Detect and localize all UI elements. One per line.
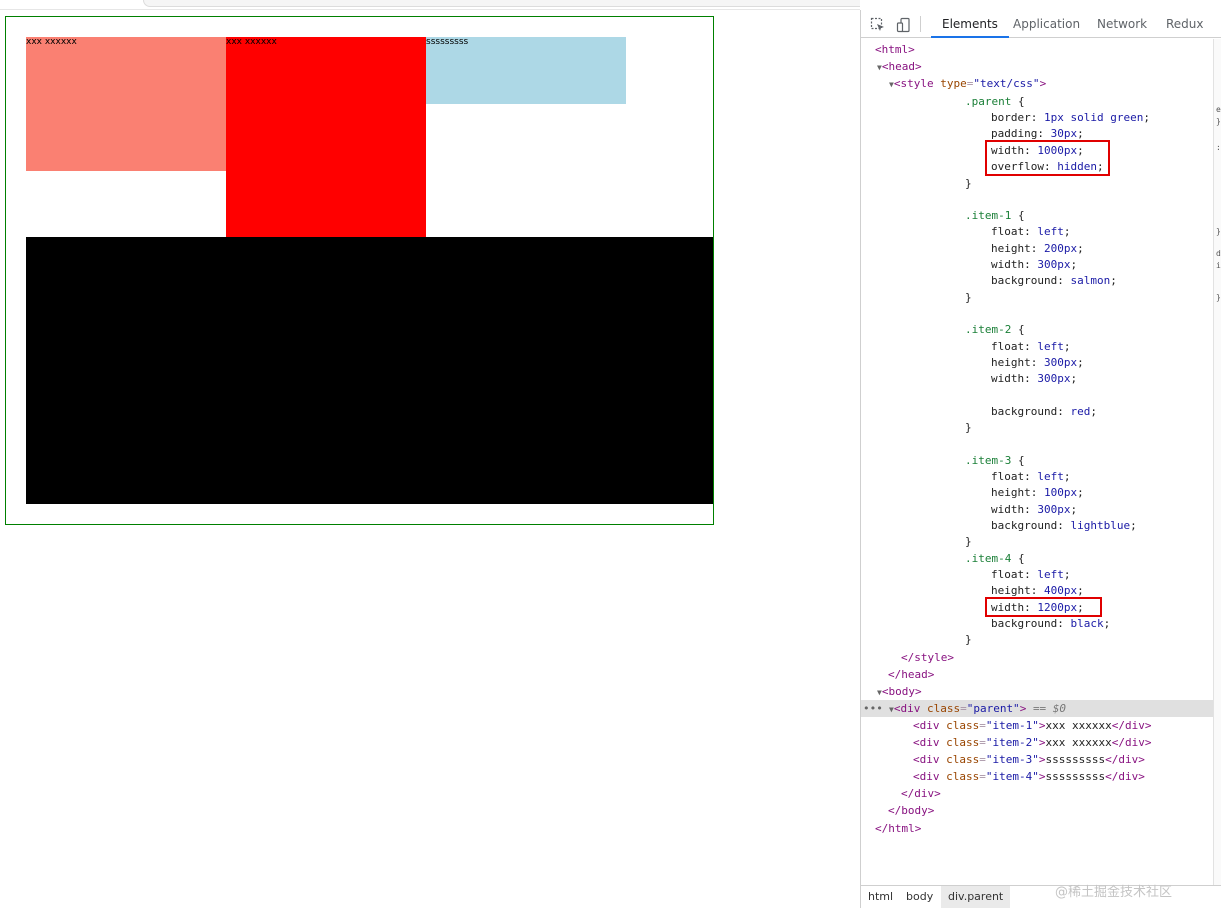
parent-container: xxx xxxxxx xxx xxxxxx sssssssss <box>5 16 714 525</box>
css-decl: background: red; <box>991 405 1097 418</box>
node-item-3[interactable]: <div class="item-3">sssssssss</div> <box>913 751 1213 768</box>
node-head-close[interactable]: </head> <box>888 666 1213 683</box>
devtools-panel: Elements Application Network Redux <html… <box>860 10 1221 908</box>
node-item-2[interactable]: <div class="item-2">xxx xxxxxx</div> <box>913 734 1213 751</box>
css-close: } <box>965 535 972 548</box>
item-4-box <box>26 237 713 504</box>
item-1-text: xxx xxxxxx <box>26 37 77 47</box>
node-body-open[interactable]: ▼<body> <box>877 683 1213 700</box>
tab-application[interactable]: Application <box>1002 10 1091 38</box>
item-1-box: xxx xxxxxx <box>26 37 226 171</box>
node-div-close[interactable]: </div> <box>901 785 1213 802</box>
css-decl: width: 300px; <box>991 258 1078 271</box>
breadcrumb-html[interactable]: html <box>861 886 900 908</box>
highlight-box-parent <box>985 140 1110 176</box>
tabbar-separator <box>920 16 921 32</box>
css-selector-item-2: .item-2 { <box>965 323 1025 336</box>
node-style-close[interactable]: </style> <box>901 649 1213 666</box>
css-decl: height: 200px; <box>991 242 1084 255</box>
devtools-tabbar: Elements Application Network Redux <box>861 10 1221 38</box>
css-decl: width: 300px; <box>991 372 1078 385</box>
node-item-1[interactable]: <div class="item-1">xxx xxxxxx</div> <box>913 717 1213 734</box>
tab-network[interactable]: Network <box>1086 10 1158 38</box>
css-close: } <box>965 421 972 434</box>
css-decl: height: 300px; <box>991 356 1084 369</box>
node-div-parent[interactable]: ••• ▼<div class="parent"> == $0 <box>861 700 1213 717</box>
node-html-open[interactable]: <html> <box>875 41 1213 58</box>
breadcrumb-body[interactable]: body <box>899 886 940 908</box>
css-decl: background: black; <box>991 617 1111 630</box>
css-decl: float: left; <box>991 568 1071 581</box>
more-options-icon[interactable]: ••• <box>863 700 883 717</box>
dom-tree: <html> ▼<head> ▼<style type="text/css"> … <box>861 39 1213 885</box>
item-3-text: sssssssss <box>426 37 469 47</box>
page-viewport: xxx xxxxxx xxx xxxxxx sssssssss <box>0 10 860 908</box>
css-selector-item-4: .item-4 { <box>965 552 1025 565</box>
css-close: } <box>965 633 972 646</box>
tab-edge <box>143 0 860 7</box>
css-decl: width: 300px; <box>991 503 1078 516</box>
device-toolbar-icon[interactable] <box>896 17 912 33</box>
node-item-4[interactable]: <div class="item-4">sssssssss</div> <box>913 768 1213 785</box>
css-decl: background: salmon; <box>991 274 1117 287</box>
css-decl: border: 1px solid green; <box>991 111 1150 124</box>
css-decl: float: left; <box>991 340 1071 353</box>
css-decl: height: 100px; <box>991 486 1084 499</box>
breadcrumb-div-parent[interactable]: div.parent <box>941 886 1011 908</box>
node-body-close[interactable]: </body> <box>888 802 1213 819</box>
css-selector-parent: .parent { <box>965 95 1025 108</box>
tab-elements[interactable]: Elements <box>931 10 1009 38</box>
node-html-close[interactable]: </html> <box>875 820 1213 837</box>
css-decl: float: left; <box>991 470 1071 483</box>
css-close: } <box>965 177 972 190</box>
css-close: } <box>965 291 972 304</box>
item-2-box: xxx xxxxxx <box>226 37 426 237</box>
styles-pane-edge: e } : } d i } <box>1216 105 1221 302</box>
inspect-element-icon[interactable] <box>870 17 886 33</box>
node-style-open[interactable]: ▼<style type="text/css"> <box>889 75 1213 92</box>
tab-redux[interactable]: Redux <box>1155 10 1215 38</box>
browser-top-strip <box>0 0 860 10</box>
highlight-box-item-4 <box>985 597 1102 617</box>
item-3-box: sssssssss <box>426 37 626 104</box>
watermark: @稀土掘金技术社区 <box>1055 885 1173 900</box>
css-decl: float: left; <box>991 225 1071 238</box>
css-selector-item-1: .item-1 { <box>965 209 1025 222</box>
css-decl: background: lightblue; <box>991 519 1137 532</box>
node-head-open[interactable]: ▼<head> <box>877 58 1213 75</box>
item-2-text: xxx xxxxxx <box>226 37 277 47</box>
css-selector-item-3: .item-3 { <box>965 454 1025 467</box>
selected-marker: == $0 <box>1032 702 1067 715</box>
